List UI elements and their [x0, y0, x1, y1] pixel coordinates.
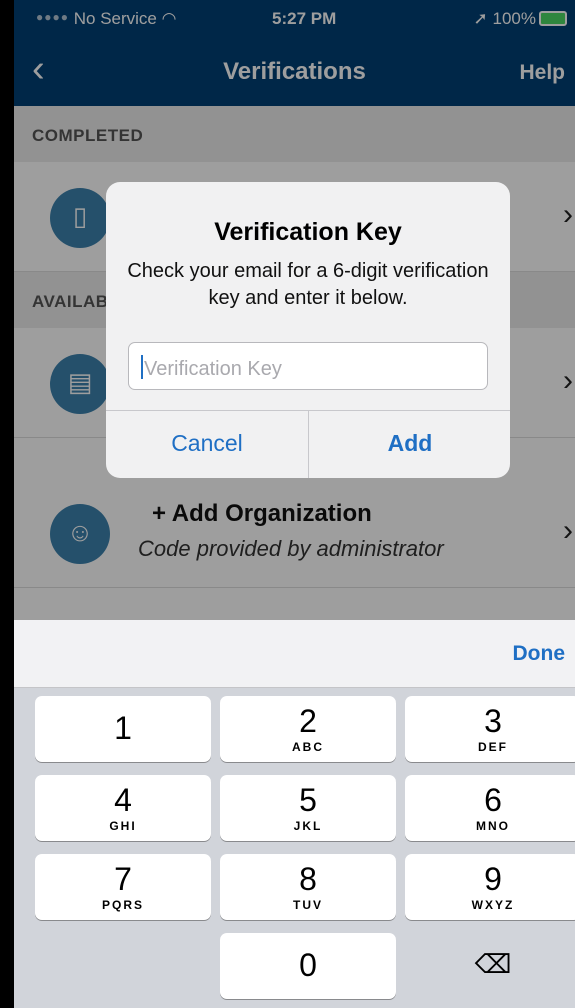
key-digit: 4: [114, 782, 132, 818]
cancel-button[interactable]: Cancel: [106, 410, 308, 478]
key-2[interactable]: 2 ABC: [220, 696, 396, 762]
key-digit: 7: [114, 861, 132, 897]
key-9[interactable]: 9 WXYZ: [405, 854, 575, 920]
key-digit: 8: [299, 861, 317, 897]
key-digit: 0: [299, 947, 317, 983]
key-digit: 3: [484, 703, 502, 739]
phone-screen: ●●●● No Service ◠ 5:27 PM ➚ 100% ‹ Verif…: [0, 0, 575, 1008]
numeric-keypad: Done 1 2 ABC 3 DEF 4 GHI 5 JKL 6 MNO 7 PQRS 8T…: [14, 620, 575, 1008]
key-letters: MNO: [476, 819, 510, 833]
key-6[interactable]: 6 MNO: [405, 775, 575, 841]
key-letters: WXYZ: [471, 898, 515, 912]
delete-key[interactable]: ⌫: [405, 933, 575, 999]
add-button[interactable]: Add: [309, 410, 510, 478]
key-letters: JKL: [293, 819, 323, 833]
key-letters: TUV: [293, 898, 323, 912]
key-8[interactable]: 8 TUV: [220, 854, 396, 920]
key-digit: 5: [299, 782, 317, 818]
verification-key-placeholder: Verification Key: [144, 358, 282, 380]
key-digit: 9: [484, 861, 502, 897]
dialog-message: Check your email for a 6-digit verificat…: [127, 260, 489, 309]
key-7[interactable]: 7 PQRS: [35, 854, 211, 920]
done-button[interactable]: Done: [513, 642, 566, 666]
text-caret: [141, 355, 143, 379]
keyboard-toolbar: Done: [14, 620, 575, 688]
key-digit: 2: [299, 703, 317, 739]
verification-key-input[interactable]: Verification Key: [128, 342, 488, 390]
key-digit: 6: [484, 782, 502, 818]
key-letters: PQRS: [101, 898, 144, 912]
device-bezel: [0, 0, 14, 1008]
dialog-title: Verification Key: [214, 218, 402, 246]
key-0[interactable]: 0: [220, 933, 396, 999]
key-letters: GHI: [109, 819, 137, 833]
key-3[interactable]: 3 DEF: [405, 696, 575, 762]
key-1[interactable]: 1: [35, 696, 211, 762]
backspace-icon: ⌫: [474, 949, 512, 979]
key-4[interactable]: 4 GHI: [35, 775, 211, 841]
verification-key-dialog: Verification Key Check your email for a …: [106, 182, 510, 478]
key-digit: 1: [114, 710, 132, 746]
key-letters: ABC: [292, 740, 324, 754]
key-5[interactable]: 5 JKL: [220, 775, 396, 841]
key-letters: DEF: [478, 740, 508, 754]
